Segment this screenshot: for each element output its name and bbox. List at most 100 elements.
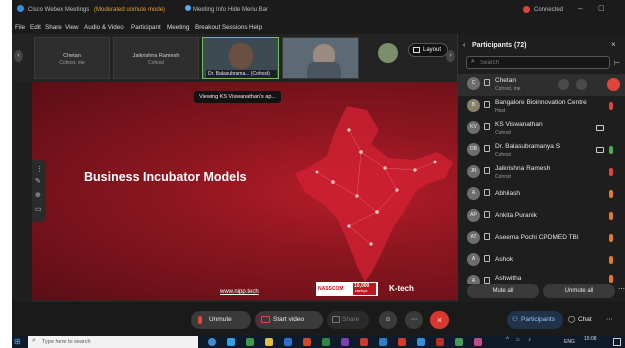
list-item[interactable]: A Ashok	[458, 250, 625, 272]
list-item[interactable]: A Abhilash	[458, 184, 625, 206]
video-tile-active-speaker[interactable]: Dr. Balasubrama... (Cohost)	[202, 37, 279, 79]
mic-muted-icon[interactable]	[609, 102, 613, 110]
taskbar-app-icon[interactable]	[284, 338, 292, 346]
menu-file[interactable]: File	[15, 24, 25, 31]
list-item[interactable]: JR Jaikrishna Ramesh Cohost	[458, 162, 625, 184]
more-icon[interactable]: ⋮	[36, 165, 43, 173]
fit-icon[interactable]: ▭	[35, 205, 42, 213]
layout-button[interactable]: Layout	[408, 43, 448, 57]
taskbar-app-icon[interactable]	[246, 338, 254, 346]
share-icon	[332, 316, 340, 323]
language-indicator[interactable]: ENG	[564, 339, 575, 345]
taskbar-app-icon[interactable]	[455, 338, 463, 346]
list-item[interactable]: C Chetan Cohost, me	[458, 74, 625, 96]
list-item[interactable]: DB Dr. Balasubramanya S Cohost	[458, 140, 625, 162]
reactions-button[interactable]: ☺	[379, 311, 397, 329]
taskbar-app-icon[interactable]	[265, 338, 273, 346]
mic-muted-icon[interactable]	[609, 256, 613, 264]
mute-all-button[interactable]: Mute all	[467, 284, 539, 298]
shared-slide: Business Incubator Models www.nipp.tech …	[32, 82, 457, 300]
clock-time[interactable]: 15:08	[584, 336, 597, 342]
list-item[interactable]: A Ashwitha	[458, 272, 625, 284]
video-tile[interactable]: Jaikrishna Ramesh Cohost	[113, 37, 199, 79]
taskbar-app-icon[interactable]	[379, 338, 387, 346]
participant-name: Jaikrishna Ramesh	[495, 165, 551, 172]
more-button[interactable]: ⋯	[405, 311, 423, 329]
menu-share[interactable]: Share	[45, 24, 62, 31]
panel-collapse-icon[interactable]: ‹	[463, 42, 465, 49]
start-video-button[interactable]: Start video	[255, 311, 323, 329]
annotate-icon[interactable]: ✎	[35, 177, 41, 185]
participant-list: C Chetan Cohost, me B Bangalore Bioinnov…	[458, 74, 625, 284]
taskbar-app-icon[interactable]	[398, 338, 406, 346]
mic-muted-icon[interactable]	[609, 275, 613, 283]
minimize-icon[interactable]: –	[578, 4, 582, 13]
taskbar-app-icon[interactable]	[303, 338, 311, 346]
mic-active-icon[interactable]	[609, 146, 613, 154]
video-tile[interactable]	[282, 37, 359, 79]
zoom-icon[interactable]: ⊕	[35, 191, 41, 199]
info-icon[interactable]	[185, 5, 191, 11]
user-icon	[484, 211, 490, 218]
chat-label: Chat	[578, 316, 592, 323]
menu-help[interactable]: Help	[249, 24, 262, 31]
app-title: Cisco Webex Meetings	[28, 7, 90, 13]
taskbar-app-icon[interactable]	[341, 338, 349, 346]
unmute-button[interactable]: Unmute	[191, 311, 251, 329]
mic-muted-icon[interactable]	[609, 234, 613, 242]
list-item[interactable]: AT Aseema Pochi CPDMED TBI	[458, 228, 625, 250]
taskbar-search[interactable]: ⌕ Type here to search	[28, 336, 198, 348]
nasscom-logo: NASSCOM 10,000 startups	[316, 282, 378, 296]
unmute-all-button[interactable]: Unmute all	[543, 284, 615, 298]
volume-icon[interactable]: ♪	[528, 337, 531, 343]
notifications-icon[interactable]	[613, 338, 621, 346]
taskbar-app-icon[interactable]	[360, 338, 368, 346]
mic-muted-icon[interactable]	[609, 190, 613, 198]
mic-muted-icon[interactable]	[609, 212, 613, 220]
tile-role: Cohost	[148, 60, 164, 66]
host-lock-icon	[484, 145, 490, 152]
mic-muted-icon[interactable]	[607, 78, 620, 91]
strip-prev-button[interactable]: ‹	[14, 50, 23, 62]
participant-video-icon[interactable]	[576, 79, 587, 90]
taskbar-app-icon[interactable]	[227, 338, 235, 346]
share-button[interactable]: Share	[327, 311, 369, 329]
taskbar-app-icon[interactable]	[474, 338, 482, 346]
mic-muted-icon[interactable]	[609, 168, 613, 176]
strip-next-button[interactable]: ›	[446, 50, 455, 62]
list-item[interactable]: KV KS Viswanathan Cohost	[458, 118, 625, 140]
close-panel-icon[interactable]: ×	[611, 40, 616, 49]
search-icon: ⌕	[471, 58, 475, 65]
hide-menu-bar-link[interactable]: Hide Menu Bar	[228, 7, 268, 13]
taskbar-app-icon[interactable]	[436, 338, 444, 346]
tray-chevron-icon[interactable]: ^	[506, 337, 509, 343]
meeting-info-link[interactable]: Meeting Info	[193, 7, 226, 13]
windows-start-icon[interactable]: ⊞	[14, 337, 23, 346]
viewing-banner[interactable]: Viewing KS Viswanathan's ap...	[194, 91, 281, 103]
menu-breakout-sessions[interactable]: Breakout Sessions	[195, 24, 248, 31]
list-item[interactable]: AP Ankita Puranik	[458, 206, 625, 228]
host-lock-icon	[484, 79, 490, 86]
menu-edit[interactable]: Edit	[30, 24, 41, 31]
menu-participant[interactable]: Participant	[131, 24, 161, 31]
search-input[interactable]	[480, 59, 605, 67]
sort-icon[interactable]: ⊢	[614, 59, 620, 67]
search-box[interactable]: ⌕	[466, 56, 610, 69]
network-icon[interactable]: ⌂	[516, 337, 520, 343]
video-tile[interactable]: Chetan Cohost, me	[34, 37, 110, 79]
menu-view[interactable]: View	[65, 24, 79, 31]
restore-icon[interactable]: ▢	[598, 4, 605, 12]
menu-meeting[interactable]: Meeting	[167, 24, 189, 31]
more-panels-icon[interactable]: ⋯	[606, 311, 618, 329]
menu-audio-video[interactable]: Audio & Video	[84, 24, 124, 31]
panel-title: Participants (72)	[472, 42, 527, 49]
participant-action-icon[interactable]	[558, 79, 569, 90]
participants-button[interactable]: ⚇ Participants	[507, 311, 563, 329]
taskbar-app-icon[interactable]	[417, 338, 425, 346]
taskbar-app-icon[interactable]	[322, 338, 330, 346]
more-options-icon[interactable]: ⋯	[618, 284, 625, 298]
end-meeting-button[interactable]: ×	[430, 311, 449, 329]
taskbar-app-icon[interactable]	[208, 338, 216, 346]
list-item[interactable]: B Bangalore Bioinnovation Centre Host	[458, 96, 625, 118]
chat-button[interactable]: ◯ Chat	[567, 311, 601, 329]
